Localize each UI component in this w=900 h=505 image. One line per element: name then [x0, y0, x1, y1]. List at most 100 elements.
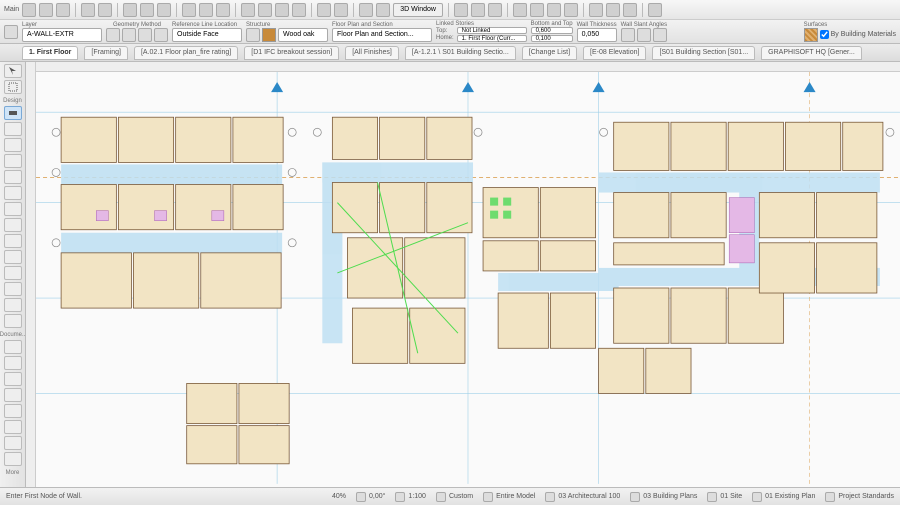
open-icon[interactable] [39, 3, 53, 17]
view-icon[interactable] [359, 3, 373, 17]
tool-column[interactable] [4, 154, 22, 168]
tab-s01[interactable]: [S01 Building Section [S01... [652, 46, 755, 60]
rotate-icon[interactable] [292, 3, 306, 17]
help-icon[interactable] [648, 3, 662, 17]
model-filter[interactable]: Entire Model [483, 492, 535, 502]
slant-double-icon[interactable] [653, 28, 667, 42]
materials-icon[interactable] [216, 3, 230, 17]
geom-straight-icon[interactable] [106, 28, 120, 42]
redo-icon[interactable] [98, 3, 112, 17]
tab-a021[interactable]: [A.02.1 Floor plan_fire rating] [134, 46, 238, 60]
scale-field[interactable]: 1:100 [395, 492, 426, 502]
top-offset-field[interactable]: 0,600 [531, 27, 573, 34]
tool-curtain-wall[interactable] [4, 250, 22, 264]
layer-combo[interactable]: 03 Architectural 100 [545, 492, 620, 502]
pick-icon[interactable] [182, 3, 196, 17]
layer-selector[interactable]: A-WALL-EXTR [22, 28, 102, 42]
tool-morph[interactable] [4, 266, 22, 280]
tab-graphisoft[interactable]: GRAPHISOFT HQ [Gener... [761, 46, 862, 60]
mvo-combo[interactable]: 01 Site [707, 492, 742, 502]
tab-all-finishes[interactable]: [All Finishes] [345, 46, 399, 60]
section-tool-icon[interactable] [454, 3, 468, 17]
trace-icon[interactable] [317, 3, 331, 17]
geom-curved-icon[interactable] [122, 28, 136, 42]
tool-arrow[interactable] [4, 64, 22, 78]
guide-icon[interactable] [564, 3, 578, 17]
layers-icon[interactable] [199, 3, 213, 17]
align-icon[interactable] [241, 3, 255, 17]
copy-icon[interactable] [140, 3, 154, 17]
save-icon[interactable] [56, 3, 70, 17]
renovation-filter[interactable]: 01 Existing Plan [752, 492, 815, 502]
new-icon[interactable] [22, 3, 36, 17]
by-building-materials-check[interactable]: By Building Materials [820, 30, 896, 39]
compare-icon[interactable] [334, 3, 348, 17]
pen-set[interactable]: 03 Building Plans [630, 492, 697, 502]
3d-window-button[interactable]: 3D Window [393, 3, 443, 17]
tab-framing[interactable]: [Framing] [84, 46, 128, 60]
tool-wall[interactable] [4, 106, 22, 120]
floor-plan-canvas[interactable] [26, 62, 900, 487]
default-settings-icon[interactable] [4, 25, 18, 39]
tool-arc[interactable] [4, 436, 22, 450]
tab-elevation[interactable]: [E-08 Elevation] [583, 46, 646, 60]
angle-field[interactable]: 0,00° [356, 492, 385, 502]
tool-level-dimension[interactable] [4, 356, 22, 370]
tool-shell[interactable] [4, 234, 22, 248]
tool-line[interactable] [4, 420, 22, 434]
tab-first-floor[interactable]: 1. First Floor [22, 46, 78, 60]
publish-icon[interactable] [606, 3, 620, 17]
material-selector[interactable]: Wood oak [278, 28, 328, 42]
bottom-offset-field[interactable]: 0,100 [531, 35, 573, 42]
tab-a121[interactable]: [A-1.2.1 \ S01 Building Sectio... [405, 46, 516, 60]
composite-icon[interactable] [246, 28, 260, 42]
tool-window[interactable] [4, 138, 22, 152]
tool-slab[interactable] [4, 186, 22, 200]
teamwork-icon[interactable] [589, 3, 603, 17]
design-label: Design [3, 98, 22, 104]
slant-single-icon[interactable] [637, 28, 651, 42]
tool-polyline[interactable] [4, 452, 22, 466]
home-story-field[interactable]: 1. First Floor (Curr... [457, 35, 527, 42]
tool-stair[interactable] [4, 202, 22, 216]
dimension-standard[interactable]: Project Standards [825, 492, 894, 502]
tool-label[interactable] [4, 388, 22, 402]
tool-fill[interactable] [4, 404, 22, 418]
wall-thickness-field[interactable]: 0,050 [577, 28, 617, 42]
slant-vertical-icon[interactable] [621, 28, 635, 42]
grid-icon[interactable] [547, 3, 561, 17]
snap-icon[interactable] [530, 3, 544, 17]
material-swatch[interactable] [262, 28, 276, 42]
undo-icon[interactable] [81, 3, 95, 17]
tool-marquee[interactable] [4, 80, 22, 94]
detail-tool-icon[interactable] [488, 3, 502, 17]
distribute-icon[interactable] [258, 3, 272, 17]
tab-change-list[interactable]: [Change List] [522, 46, 577, 60]
zoom-preset[interactable]: Custom [436, 492, 473, 502]
fp-section-button[interactable]: Floor Plan and Section... [332, 28, 432, 42]
tool-roof[interactable] [4, 218, 22, 232]
tool-object[interactable] [4, 282, 22, 296]
tool-beam[interactable] [4, 170, 22, 184]
cut-icon[interactable] [123, 3, 137, 17]
tool-mesh[interactable] [4, 314, 22, 328]
tool-zone[interactable] [4, 298, 22, 312]
surface-swatch[interactable] [804, 28, 818, 42]
top-story-field[interactable]: Not Linked [457, 27, 527, 34]
main-toolbar: Main 3D Window [0, 0, 900, 20]
elevation-tool-icon[interactable] [471, 3, 485, 17]
tab-d1[interactable]: [D1 IFC breakout session] [244, 46, 339, 60]
geom-trapezoid-icon[interactable] [138, 28, 152, 42]
print-icon[interactable] [623, 3, 637, 17]
zoom-field[interactable]: 40% [332, 493, 346, 500]
paste-icon[interactable] [157, 3, 171, 17]
tab-nav-icon[interactable] [4, 47, 16, 59]
cube-icon[interactable] [376, 3, 390, 17]
tool-door[interactable] [4, 122, 22, 136]
mirror-icon[interactable] [275, 3, 289, 17]
tool-dimension[interactable] [4, 340, 22, 354]
measure-icon[interactable] [513, 3, 527, 17]
geom-poly-icon[interactable] [154, 28, 168, 42]
tool-text[interactable] [4, 372, 22, 386]
refline-selector[interactable]: Outside Face [172, 28, 242, 42]
